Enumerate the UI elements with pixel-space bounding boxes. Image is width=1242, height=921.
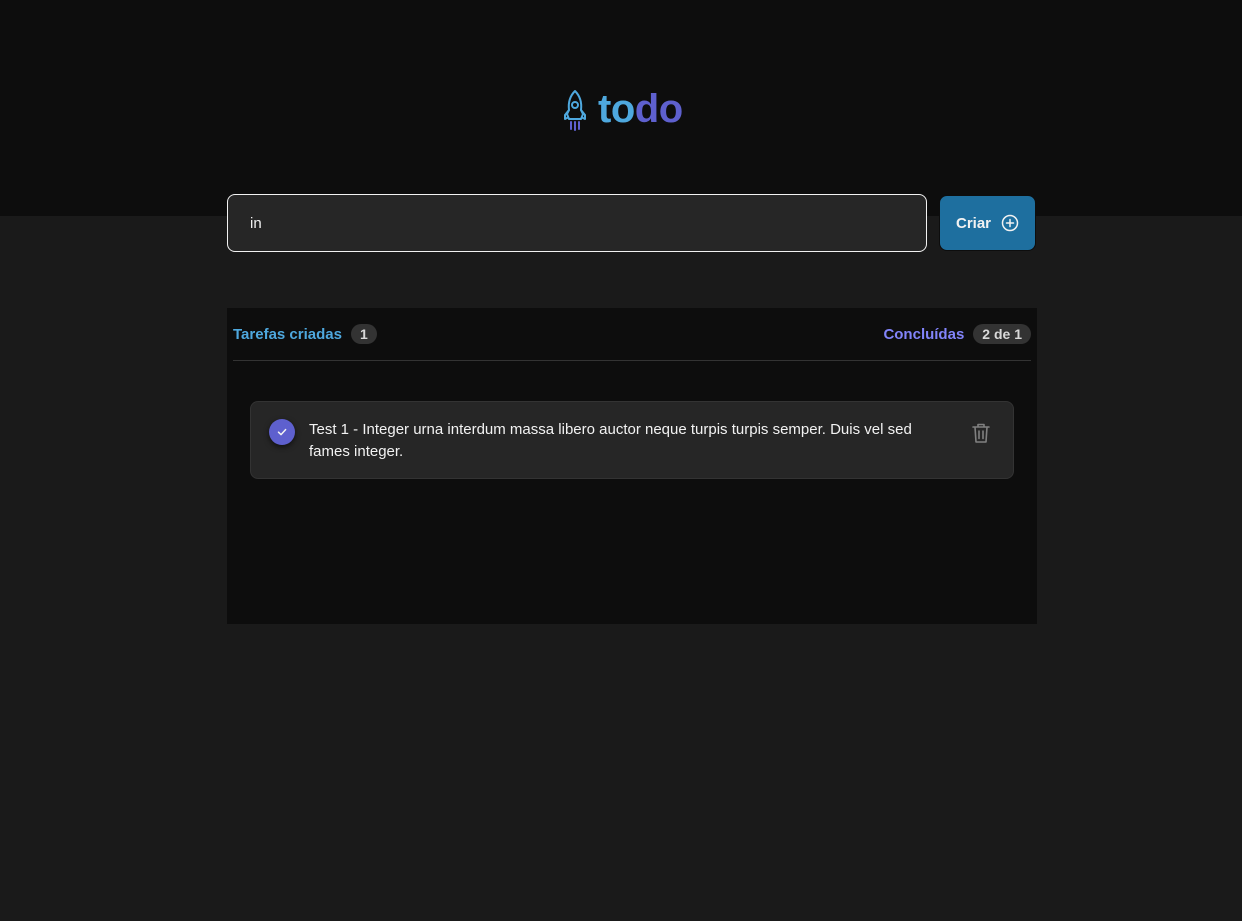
completed-tasks-label: Concluídas bbox=[883, 325, 965, 343]
logo-text: to do bbox=[598, 89, 683, 129]
new-task-form: Criar bbox=[227, 194, 1037, 253]
create-button[interactable]: Criar bbox=[939, 195, 1036, 251]
task-text: Test 1 - Integer urna interdum massa lib… bbox=[309, 421, 912, 460]
logo-text-do: do bbox=[634, 87, 683, 131]
created-tasks-counter: 1 bbox=[350, 324, 377, 344]
check-icon bbox=[277, 428, 287, 436]
logo: to do bbox=[560, 88, 683, 132]
task-complete-checkbox[interactable] bbox=[269, 419, 295, 445]
task-stats: Tarefas criadas 1 Concluídas 2 de 1 bbox=[233, 308, 1031, 361]
tasks-panel: Tarefas criadas 1 Concluídas 2 de 1 Test… bbox=[227, 308, 1037, 624]
completed-tasks-counter: 2 de 1 bbox=[973, 324, 1031, 344]
created-tasks-label: Tarefas criadas bbox=[233, 325, 342, 343]
created-tasks-stat: Tarefas criadas 1 bbox=[233, 324, 377, 344]
trash-icon bbox=[972, 423, 990, 443]
plus-circle-icon bbox=[1001, 214, 1019, 232]
completed-tasks-stat: Concluídas 2 de 1 bbox=[883, 324, 1031, 344]
header: to do bbox=[0, 0, 1242, 216]
rocket-icon bbox=[564, 90, 586, 131]
delete-task-button[interactable] bbox=[970, 421, 992, 445]
create-button-label: Criar bbox=[955, 214, 992, 232]
logo-text-to: to bbox=[598, 87, 635, 131]
task-item: Test 1 - Integer urna interdum massa lib… bbox=[250, 401, 1014, 479]
task-input[interactable] bbox=[227, 194, 927, 252]
